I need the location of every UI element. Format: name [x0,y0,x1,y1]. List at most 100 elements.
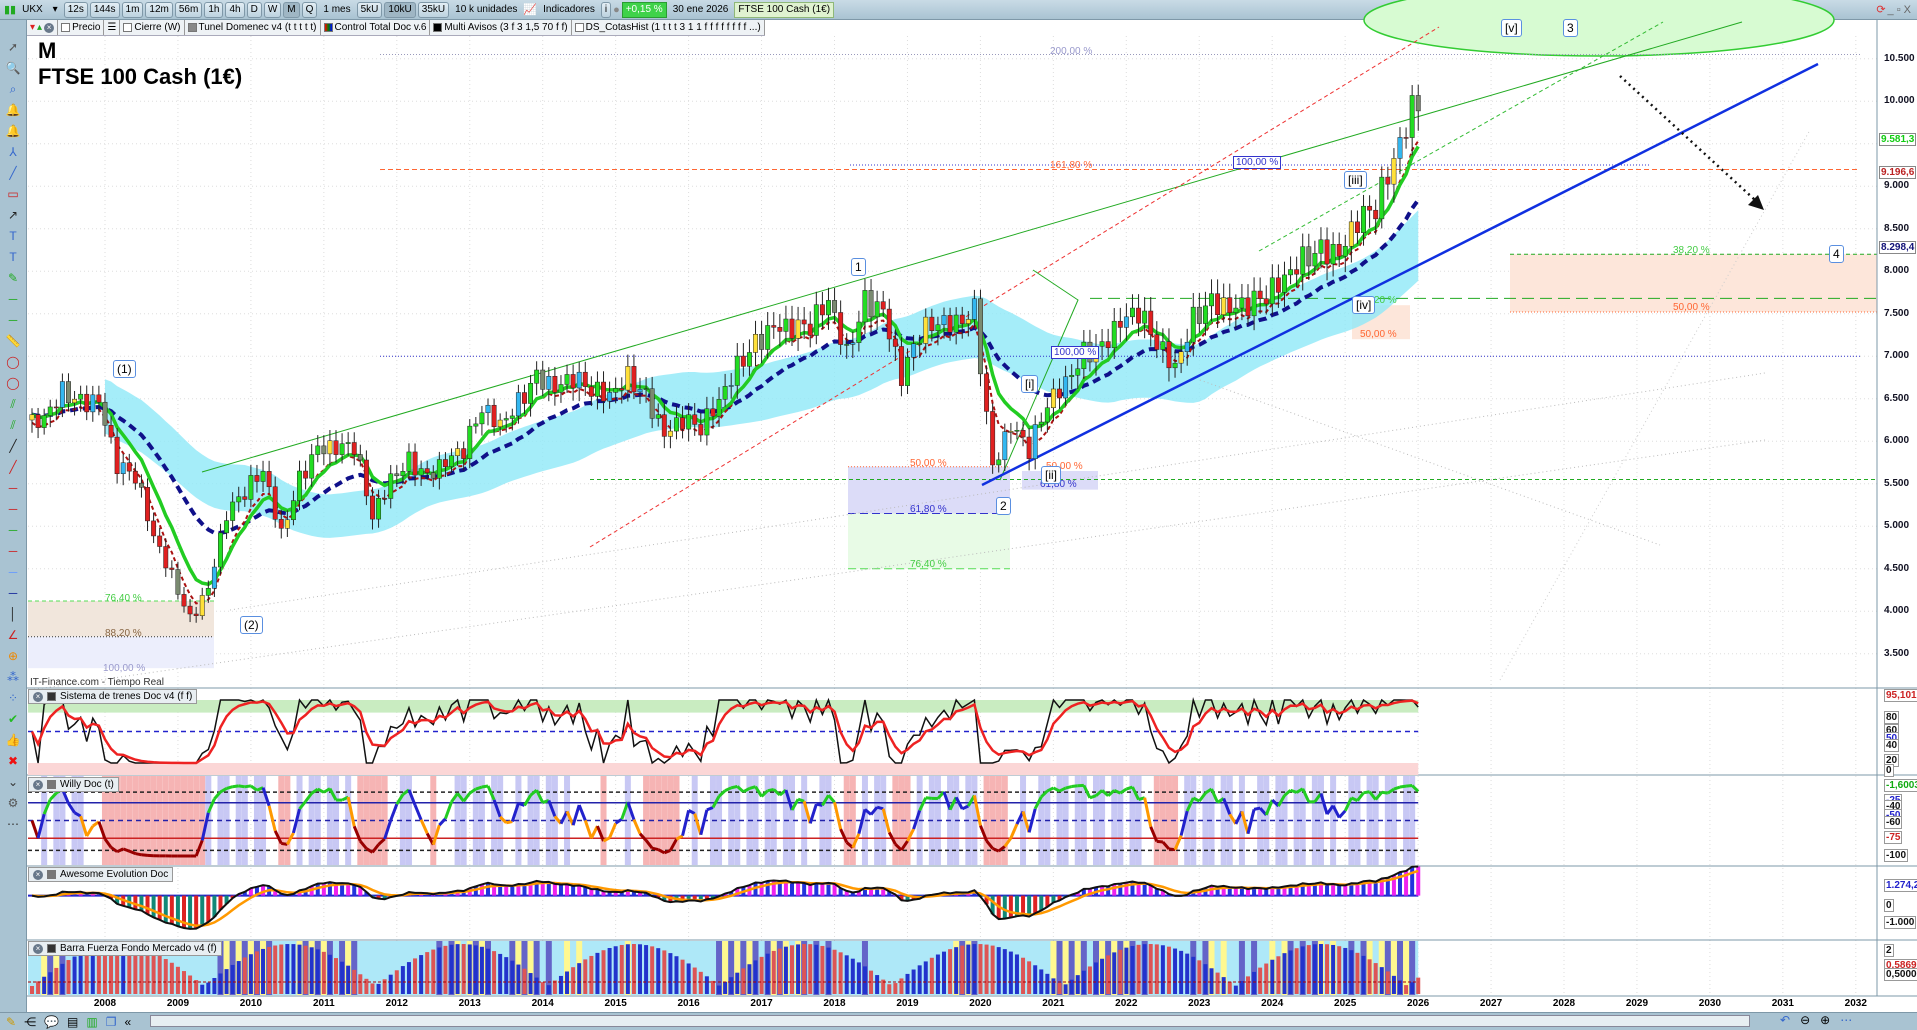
barra-bar [1166,946,1171,994]
line2-icon[interactable]: ╱ [4,437,22,455]
hline2-icon[interactable]: ─ [4,311,22,329]
willy-line [925,796,933,800]
line-icon[interactable]: ╱ [4,164,22,182]
barra-bar [1203,964,1208,994]
hline5-icon[interactable]: ─ [4,521,22,539]
ao-bar [552,883,557,896]
target-icon[interactable]: ⊕ [4,647,22,665]
barra-bar [899,978,904,994]
channel2-icon[interactable]: ⫽ [4,416,22,434]
zoom-area-icon[interactable]: ⌕ [4,80,22,98]
candle-body [236,496,242,503]
pencil-icon[interactable]: ✎ [6,1015,16,1029]
ellipse2-icon[interactable]: ◯ [4,374,22,392]
barra-bar [808,944,813,994]
zoom-in-icon[interactable]: ⊕ [1820,1013,1830,1027]
tools-icon[interactable]: ⚙ [4,794,22,812]
zoom-out-icon[interactable]: ⊖ [1800,1013,1810,1027]
candle-body [363,459,369,497]
candle-body [1288,269,1294,276]
pen-icon[interactable]: ✎ [4,269,22,287]
barra-bar [1087,966,1092,994]
alert2-icon[interactable]: 🔔 [4,122,22,140]
candle-body [205,588,211,596]
trendline-green [201,21,1743,473]
candle-body [898,346,904,386]
text-icon[interactable]: T [4,227,22,245]
candle-body [607,392,613,402]
delete-icon[interactable]: ✖ [4,752,22,770]
zoom-icon[interactable]: 🔍 [4,59,22,77]
close-icon[interactable]: × [33,779,43,790]
barra-bar [1130,945,1135,994]
candle-body [376,498,382,520]
report-icon[interactable]: ▤ [67,1015,78,1029]
barra-bar [66,960,71,994]
oversold-band [28,763,1419,775]
chevron-down-icon[interactable]: ⌄ [4,773,22,791]
ao-bar [145,895,150,915]
line3-icon[interactable]: ╱ [4,458,22,476]
windows-icon[interactable]: ❐ [106,1015,117,1029]
channel-icon[interactable]: ⫽ [4,395,22,413]
hline6-icon[interactable]: ─ [4,542,22,560]
barra-bar [1233,985,1238,994]
price-chart[interactable] [0,0,1917,1030]
undo-icon[interactable]: ↶ [1780,1013,1790,1027]
candle-body [522,392,527,404]
compare-icon[interactable]: ▥ [86,1015,97,1029]
hline8-icon[interactable]: ─ [4,584,22,602]
close-icon[interactable]: × [33,869,43,880]
text2-icon[interactable]: T [4,248,22,266]
year-label: 2013 [458,998,481,1009]
arrow-icon[interactable]: ↗ [4,206,22,224]
settings-icon[interactable]: ⋯ [1840,1013,1852,1027]
barra-bar [1057,982,1062,994]
close-icon[interactable]: × [33,691,43,702]
hline-icon[interactable]: ─ [4,290,22,308]
barra-bar [382,979,387,994]
fibonacci-icon[interactable]: ⅄ [4,143,22,161]
candle-body [1002,431,1008,461]
barra-bar [1148,944,1153,994]
barra-bar [832,949,837,994]
price-axis-label: 7.500 [1884,307,1910,319]
alert-icon[interactable]: 🔔 [4,101,22,119]
ruler-icon[interactable]: 📏 [4,332,22,350]
close-icon[interactable]: × [33,943,43,954]
panel-header-awesome[interactable]: × Awesome Evolution Doc [28,867,174,882]
candle-body [1075,368,1081,376]
rewind-icon[interactable]: « [124,1015,131,1029]
ao-bar [510,885,515,896]
cursor-icon[interactable]: ➚ [4,38,22,56]
willy-line [141,853,148,857]
panel-header-willy[interactable]: × Willy Doc (t) [28,777,119,792]
share-icon[interactable]: ⋲ [24,1015,36,1029]
barra-bar [449,944,454,994]
candle [552,366,558,406]
candle-body [53,406,59,409]
horizontal-scrollbar[interactable] [150,1015,1750,1027]
hline3-icon[interactable]: ─ [4,479,22,497]
more-icon[interactable]: ⋯ [4,815,22,833]
barra-bar [48,972,53,994]
abc-icon[interactable]: ⁘ [4,689,22,707]
angle-icon[interactable]: ∠ [4,626,22,644]
barra-bar [929,957,934,994]
chat-icon[interactable]: 💬 [44,1015,59,1029]
candle-body [892,338,898,347]
barra-bar [534,977,539,994]
check-icon[interactable]: ✔ [4,710,22,728]
hline7-icon[interactable]: ─ [4,563,22,581]
vline-icon[interactable]: │ [4,605,22,623]
panel-header-barra-fuerza[interactable]: × Barra Fuerza Fondo Mercado v4 (f) [28,941,222,956]
ellipse-icon[interactable]: ◯ [4,353,22,371]
hline4-icon[interactable]: ─ [4,500,22,518]
willy-line [833,802,843,830]
thumbs-up-icon[interactable]: 👍 [4,731,22,749]
barra-bar [662,950,667,994]
elliott-icon[interactable]: ⁂ [4,668,22,686]
rectangle-icon[interactable]: ▭ [4,185,22,203]
panel-header-trenes[interactable]: × Sistema de trenes Doc v4 (f f) [28,689,198,704]
fib-label: 50,00 % [1360,329,1397,340]
